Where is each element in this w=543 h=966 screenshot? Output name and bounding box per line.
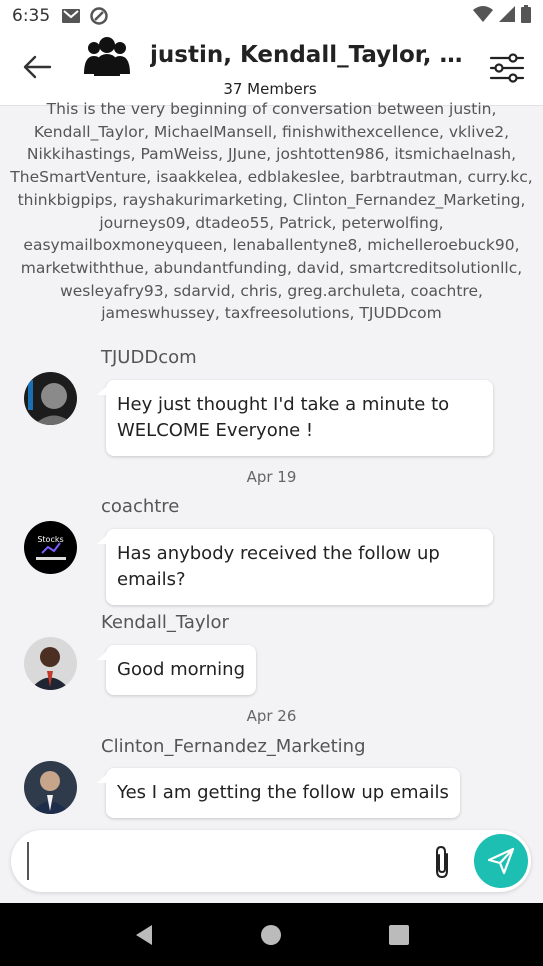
gmail-icon bbox=[62, 9, 81, 23]
send-icon bbox=[487, 847, 515, 875]
square-recents-icon bbox=[389, 924, 410, 945]
circle-home-icon bbox=[261, 924, 282, 945]
at-sign-icon bbox=[90, 7, 108, 25]
avatar[interactable] bbox=[24, 372, 77, 425]
send-button[interactable] bbox=[474, 834, 528, 888]
message-sender: coachtre bbox=[101, 496, 180, 517]
date-separator: Apr 26 bbox=[246, 707, 297, 725]
wifi-icon bbox=[473, 5, 493, 27]
status-bar: 6:35 bbox=[0, 0, 543, 32]
chat-title[interactable]: justin, Kendall_Taylor, M... bbox=[150, 42, 465, 68]
status-time: 6:35 bbox=[12, 6, 51, 26]
chat-header: justin, Kendall_Taylor, M... 37 Members bbox=[0, 32, 543, 106]
message-input[interactable] bbox=[27, 842, 417, 880]
paperclip-icon bbox=[436, 845, 448, 879]
conversation-intro: This is the very beginning of conversati… bbox=[10, 100, 533, 323]
attach-button[interactable] bbox=[429, 844, 455, 880]
message-bubble[interactable]: Yes I am getting the follow up emails bbox=[97, 768, 460, 818]
message-bubble[interactable]: Good morning bbox=[97, 645, 256, 695]
message-sender: Clinton_Fernandez_Marketing bbox=[101, 736, 366, 757]
settings-button[interactable] bbox=[489, 50, 525, 86]
nav-home-button[interactable] bbox=[251, 915, 291, 955]
arrow-left-icon bbox=[23, 55, 52, 79]
message-bubble[interactable]: Has anybody received the follow up email… bbox=[97, 529, 493, 605]
message-sender: Kendall_Taylor bbox=[101, 612, 229, 633]
signal-icon bbox=[499, 5, 515, 27]
members-count[interactable]: 37 Members bbox=[150, 80, 390, 98]
nav-back-button[interactable] bbox=[124, 915, 164, 955]
nav-recents-button[interactable] bbox=[379, 915, 419, 955]
triangle-back-icon bbox=[135, 924, 152, 945]
battery-icon bbox=[521, 4, 531, 28]
group-users-icon bbox=[82, 36, 132, 78]
avatar[interactable]: Stocks bbox=[24, 521, 77, 574]
back-button[interactable] bbox=[20, 50, 54, 84]
message-composer bbox=[11, 830, 531, 892]
avatar[interactable] bbox=[24, 761, 77, 814]
avatar[interactable] bbox=[24, 637, 77, 690]
message-sender: TJUDDcom bbox=[101, 347, 197, 368]
sliders-icon bbox=[489, 53, 525, 83]
system-nav-bar bbox=[0, 903, 543, 966]
message-bubble[interactable]: Hey just thought I'd take a minute to WE… bbox=[97, 380, 493, 456]
date-separator: Apr 19 bbox=[246, 468, 297, 486]
